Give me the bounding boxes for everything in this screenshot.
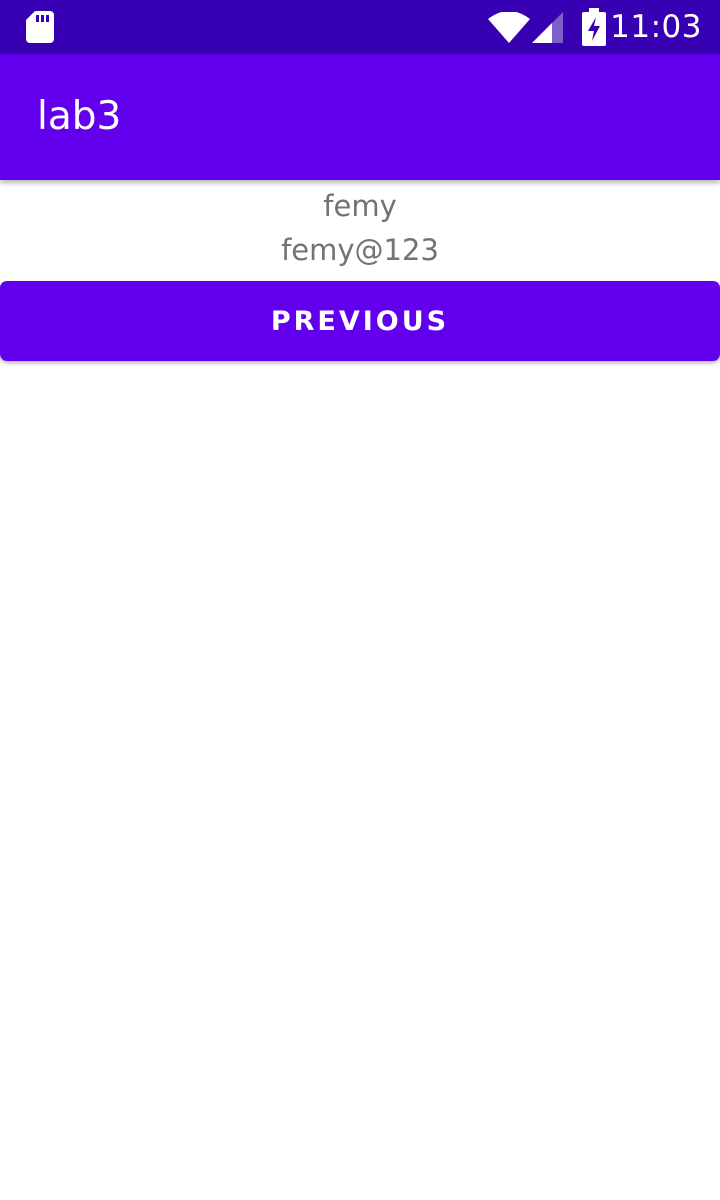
battery-charging-icon (582, 8, 606, 46)
cell-signal-icon (532, 12, 563, 43)
previous-button[interactable]: PREVIOUS (0, 281, 720, 361)
status-bar: 11:03 (0, 0, 720, 54)
sd-card-icon (26, 11, 54, 43)
username-text: femy (323, 189, 397, 223)
wifi-icon (488, 12, 530, 43)
app-bar: lab3 (0, 54, 720, 180)
status-bar-clock: 11:03 (610, 9, 702, 45)
password-text: femy@123 (281, 233, 439, 267)
app-title: lab3 (37, 94, 122, 139)
